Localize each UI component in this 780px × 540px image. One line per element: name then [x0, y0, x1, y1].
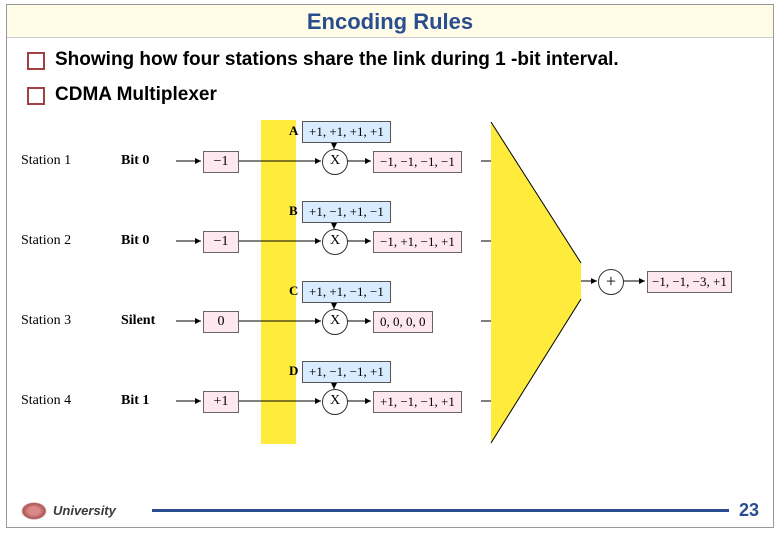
code-a: +1, +1, +1, +1: [302, 121, 391, 143]
university-logo-icon: [21, 502, 47, 520]
bullet-1-text: Showing how four stations share the link…: [55, 48, 619, 73]
slide-title: Encoding Rules: [307, 9, 473, 34]
code-letter-d: D: [289, 363, 298, 379]
station-2-value: −1: [203, 231, 239, 253]
final-result: −1, −1, −3, +1: [647, 271, 732, 293]
station-4-bit: Bit 1: [121, 393, 149, 409]
bullet-1: Showing how four stations share the link…: [27, 48, 759, 73]
slide-footer: University 23: [7, 500, 773, 521]
station-1-label: Station 1: [21, 153, 71, 169]
cdma-multiplexer-diagram: Station 1 Station 2 Station 3 Station 4 …: [21, 117, 761, 447]
slide-content: Showing how four stations share the link…: [7, 38, 773, 447]
result-1: −1, −1, −1, −1: [373, 151, 462, 173]
square-bullet-icon: [27, 52, 45, 70]
slide-title-bar: Encoding Rules: [7, 5, 773, 38]
station-3-bit: Silent: [121, 313, 155, 329]
station-4-value: +1: [203, 391, 239, 413]
code-c: +1, +1, −1, −1: [302, 281, 391, 303]
result-4: +1, −1, −1, +1: [373, 391, 462, 413]
university-label: University: [53, 503, 116, 518]
station-1-value: −1: [203, 151, 239, 173]
square-bullet-icon: [27, 87, 45, 105]
result-3: 0, 0, 0, 0: [373, 311, 433, 333]
station-1-bit: Bit 0: [121, 153, 149, 169]
code-letter-a: A: [289, 123, 298, 139]
page-number: 23: [739, 500, 759, 521]
station-4-label: Station 4: [21, 393, 71, 409]
code-letter-c: C: [289, 283, 298, 299]
code-d: +1, −1, −1, +1: [302, 361, 391, 383]
result-2: −1, +1, −1, +1: [373, 231, 462, 253]
station-2-label: Station 2: [21, 233, 71, 249]
code-letter-b: B: [289, 203, 298, 219]
bullet-2: CDMA Multiplexer: [27, 83, 759, 108]
bullet-2-text: CDMA Multiplexer: [55, 83, 217, 108]
station-2-bit: Bit 0: [121, 233, 149, 249]
slide-frame: Encoding Rules Showing how four stations…: [6, 4, 774, 528]
station-3-label: Station 3: [21, 313, 71, 329]
station-3-value: 0: [203, 311, 239, 333]
footer-rule: [152, 509, 729, 512]
code-b: +1, −1, +1, −1: [302, 201, 391, 223]
